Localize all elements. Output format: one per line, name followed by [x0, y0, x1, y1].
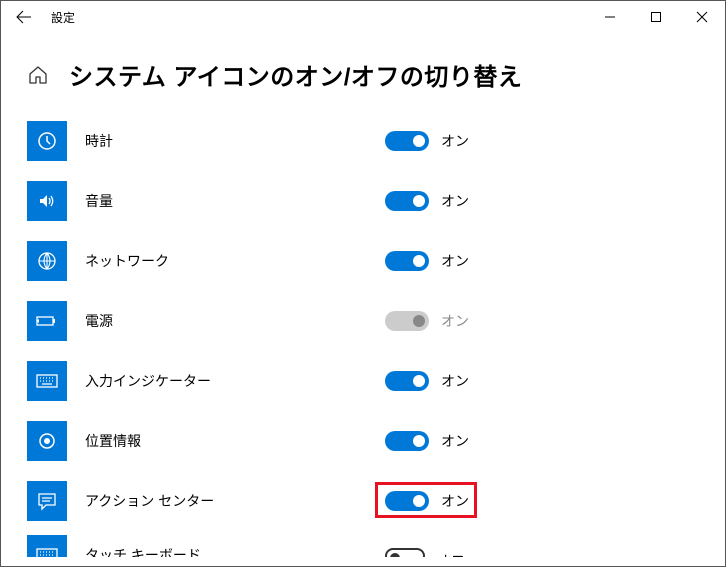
target-icon: [27, 421, 67, 461]
toggle-state-network: オン: [441, 251, 469, 271]
setting-row-volume: 音量 オン: [27, 171, 705, 231]
setting-row-power: 電源 オン: [27, 291, 705, 351]
setting-label-network: ネットワーク: [85, 251, 385, 271]
toggle-state-action: オン: [441, 491, 469, 511]
settings-scroll[interactable]: 時計オン音量オンネットワークオン電源オン入力インジケーターオン位置情報オンアクシ…: [1, 111, 725, 566]
toggle-location[interactable]: [385, 431, 429, 451]
setting-label-power: 電源: [85, 311, 385, 331]
toggle-power: [385, 311, 429, 331]
setting-label-touchkb: タッチ キーボード: [85, 535, 385, 557]
toggle-state-volume: オン: [441, 191, 469, 211]
page-header: システム アイコンのオン/オフの切り替え: [1, 33, 725, 112]
window-title: 設定: [47, 9, 75, 26]
volume-icon: [27, 181, 67, 221]
setting-row-location: 位置情報 オン: [27, 411, 705, 471]
toggle-ime[interactable]: [385, 371, 429, 391]
setting-row-ime: 入力インジケーター オン: [27, 351, 705, 411]
clock-icon: [27, 121, 67, 161]
toggle-state-power: オン: [441, 311, 469, 331]
toggle-state-touchkb: オフ: [437, 541, 465, 557]
setting-row-action: アクション センター オン: [27, 471, 705, 531]
toggle-state-clock: オン: [441, 131, 469, 151]
toggle-state-ime: オン: [441, 371, 469, 391]
toggle-network[interactable]: [385, 251, 429, 271]
back-button[interactable]: [1, 1, 47, 33]
system-icons-list: 時計オン音量オンネットワークオン電源オン入力インジケーターオン位置情報オンアクシ…: [1, 111, 725, 557]
setting-label-action: アクション センター: [85, 491, 385, 511]
close-button[interactable]: [679, 1, 725, 33]
toggle-touchkb[interactable]: [385, 548, 425, 557]
setting-row-network: ネットワーク オン: [27, 231, 705, 291]
titlebar: 設定: [1, 1, 725, 33]
maximize-button[interactable]: [633, 1, 679, 33]
setting-label-ime: 入力インジケーター: [85, 371, 385, 391]
toggle-clock[interactable]: [385, 131, 429, 151]
page-title: システム アイコンのオン/オフの切り替え: [69, 57, 522, 92]
message-icon: [27, 481, 67, 521]
keyboard-icon: [27, 361, 67, 401]
setting-label-location: 位置情報: [85, 431, 385, 451]
setting-row-clock: 時計 オン: [27, 111, 705, 171]
setting-label-volume: 音量: [85, 191, 385, 211]
setting-row-touchkb: タッチ キーボード オフ: [27, 535, 705, 557]
toggle-action[interactable]: [385, 491, 429, 511]
keyboard-icon: [27, 535, 67, 557]
home-button[interactable]: [27, 64, 49, 86]
minimize-button[interactable]: [587, 1, 633, 33]
globe-icon: [27, 241, 67, 281]
toggle-state-location: オン: [441, 431, 469, 451]
setting-label-clock: 時計: [85, 131, 385, 151]
battery-icon: [27, 301, 67, 341]
toggle-volume[interactable]: [385, 191, 429, 211]
